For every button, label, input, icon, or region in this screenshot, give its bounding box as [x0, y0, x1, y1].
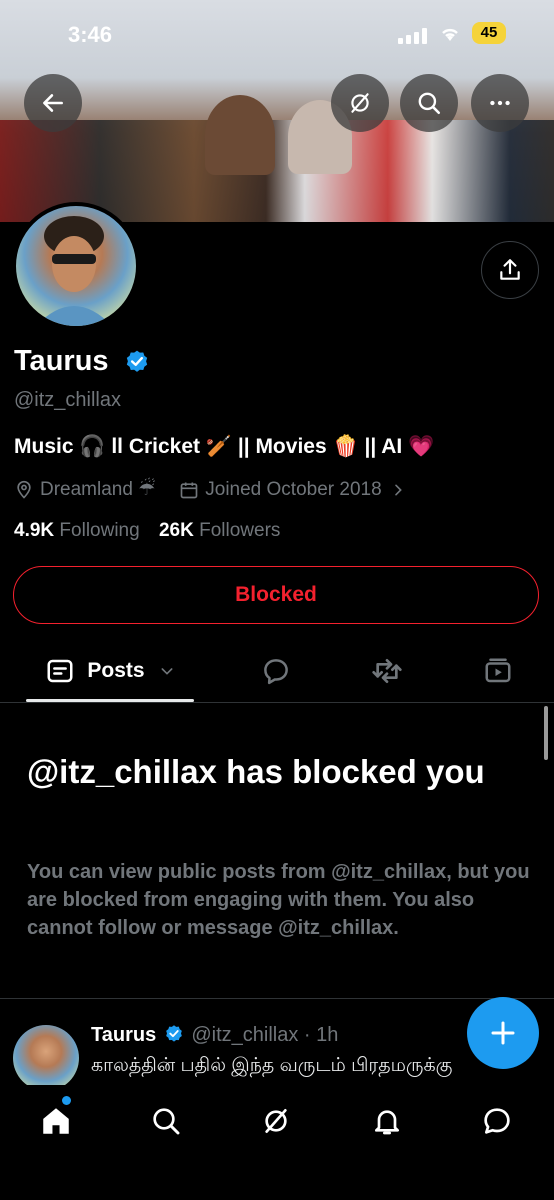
nav-messages[interactable] [479, 1103, 515, 1139]
blocked-description: You can view public posts from @itz_chil… [27, 861, 530, 939]
tab-replies[interactable] [258, 640, 294, 702]
avatar-image [36, 216, 112, 326]
tab-posts[interactable]: Posts [26, 640, 194, 702]
grok-icon [351, 93, 369, 113]
follow-stats: 4.9K Following 26K Followers [14, 520, 280, 542]
tab-reposts[interactable] [369, 640, 405, 702]
blocked-title: @itz_chillax has blocked you [27, 753, 485, 790]
compose-button[interactable] [467, 997, 539, 1069]
verified-badge-icon [165, 1025, 182, 1042]
verified-badge-icon [126, 350, 148, 372]
divider [0, 998, 554, 999]
message-icon [484, 1108, 510, 1134]
signal-icon [398, 28, 427, 44]
tab-active-indicator [26, 699, 194, 702]
blocked-button[interactable]: Blocked [13, 566, 539, 624]
search-icon [418, 92, 441, 115]
search-icon [153, 1108, 180, 1135]
post-meta: @itz_chillax · 1h [191, 1024, 339, 1046]
bottom-navigation [0, 1085, 554, 1200]
post-avatar[interactable] [13, 1025, 79, 1091]
profile-handle: @itz_chillax [14, 389, 122, 411]
share-button[interactable] [481, 241, 539, 299]
posts-icon [47, 659, 73, 683]
grok-icon [265, 1109, 287, 1133]
arrow-left-icon [43, 94, 63, 112]
search-button[interactable] [400, 74, 458, 132]
battery-indicator: 45 [472, 22, 506, 44]
chevron-right-icon[interactable] [390, 482, 406, 498]
followers-link[interactable]: 26K Followers [159, 520, 280, 541]
repost-icon [372, 659, 402, 683]
nav-search[interactable] [148, 1103, 184, 1139]
profile-joined: Joined October 2018 [205, 478, 382, 500]
status-bar: 3:46 45 [0, 20, 554, 50]
profile-bio: Music 🎧 ll Cricket 🏏 || Movies 🍿 || AI 💗 [14, 435, 435, 458]
profile-meta: Dreamland ☔ Joined October 2018 [14, 478, 406, 501]
back-button[interactable] [24, 74, 82, 132]
bell-icon [375, 1110, 399, 1135]
post-text[interactable]: காலத்தின் பதில் இந்த வருடம் பிரதமருக்கு [91, 1055, 491, 1079]
nav-grok[interactable] [258, 1103, 294, 1139]
post-header: Taurus @itz_chillax · 1h [91, 1024, 338, 1047]
profile-name: Taurus [14, 345, 109, 377]
plus-icon [491, 1021, 515, 1045]
following-link[interactable]: 4.9K Following [14, 520, 140, 541]
grok-button[interactable] [331, 74, 389, 132]
location-icon [17, 480, 31, 499]
chevron-down-icon [161, 668, 173, 675]
nav-notifications[interactable] [369, 1103, 405, 1139]
post-author-name[interactable]: Taurus [91, 1024, 156, 1046]
profile-tabs: Posts [0, 640, 554, 703]
profile-avatar[interactable] [12, 202, 140, 330]
share-icon [500, 259, 520, 280]
home-icon [43, 1108, 69, 1134]
more-icon [490, 100, 510, 106]
scrollbar[interactable] [544, 706, 548, 760]
tab-posts-label: Posts [87, 659, 145, 682]
status-time: 3:46 [68, 22, 113, 47]
more-button[interactable] [471, 74, 529, 132]
tab-media[interactable] [480, 640, 516, 702]
video-icon [485, 658, 511, 683]
reply-icon [264, 659, 288, 685]
calendar-icon [180, 482, 198, 498]
nav-home[interactable] [38, 1103, 74, 1139]
profile-location: Dreamland ☔ [40, 479, 156, 500]
wifi-icon [442, 28, 458, 41]
notification-dot [62, 1096, 71, 1105]
